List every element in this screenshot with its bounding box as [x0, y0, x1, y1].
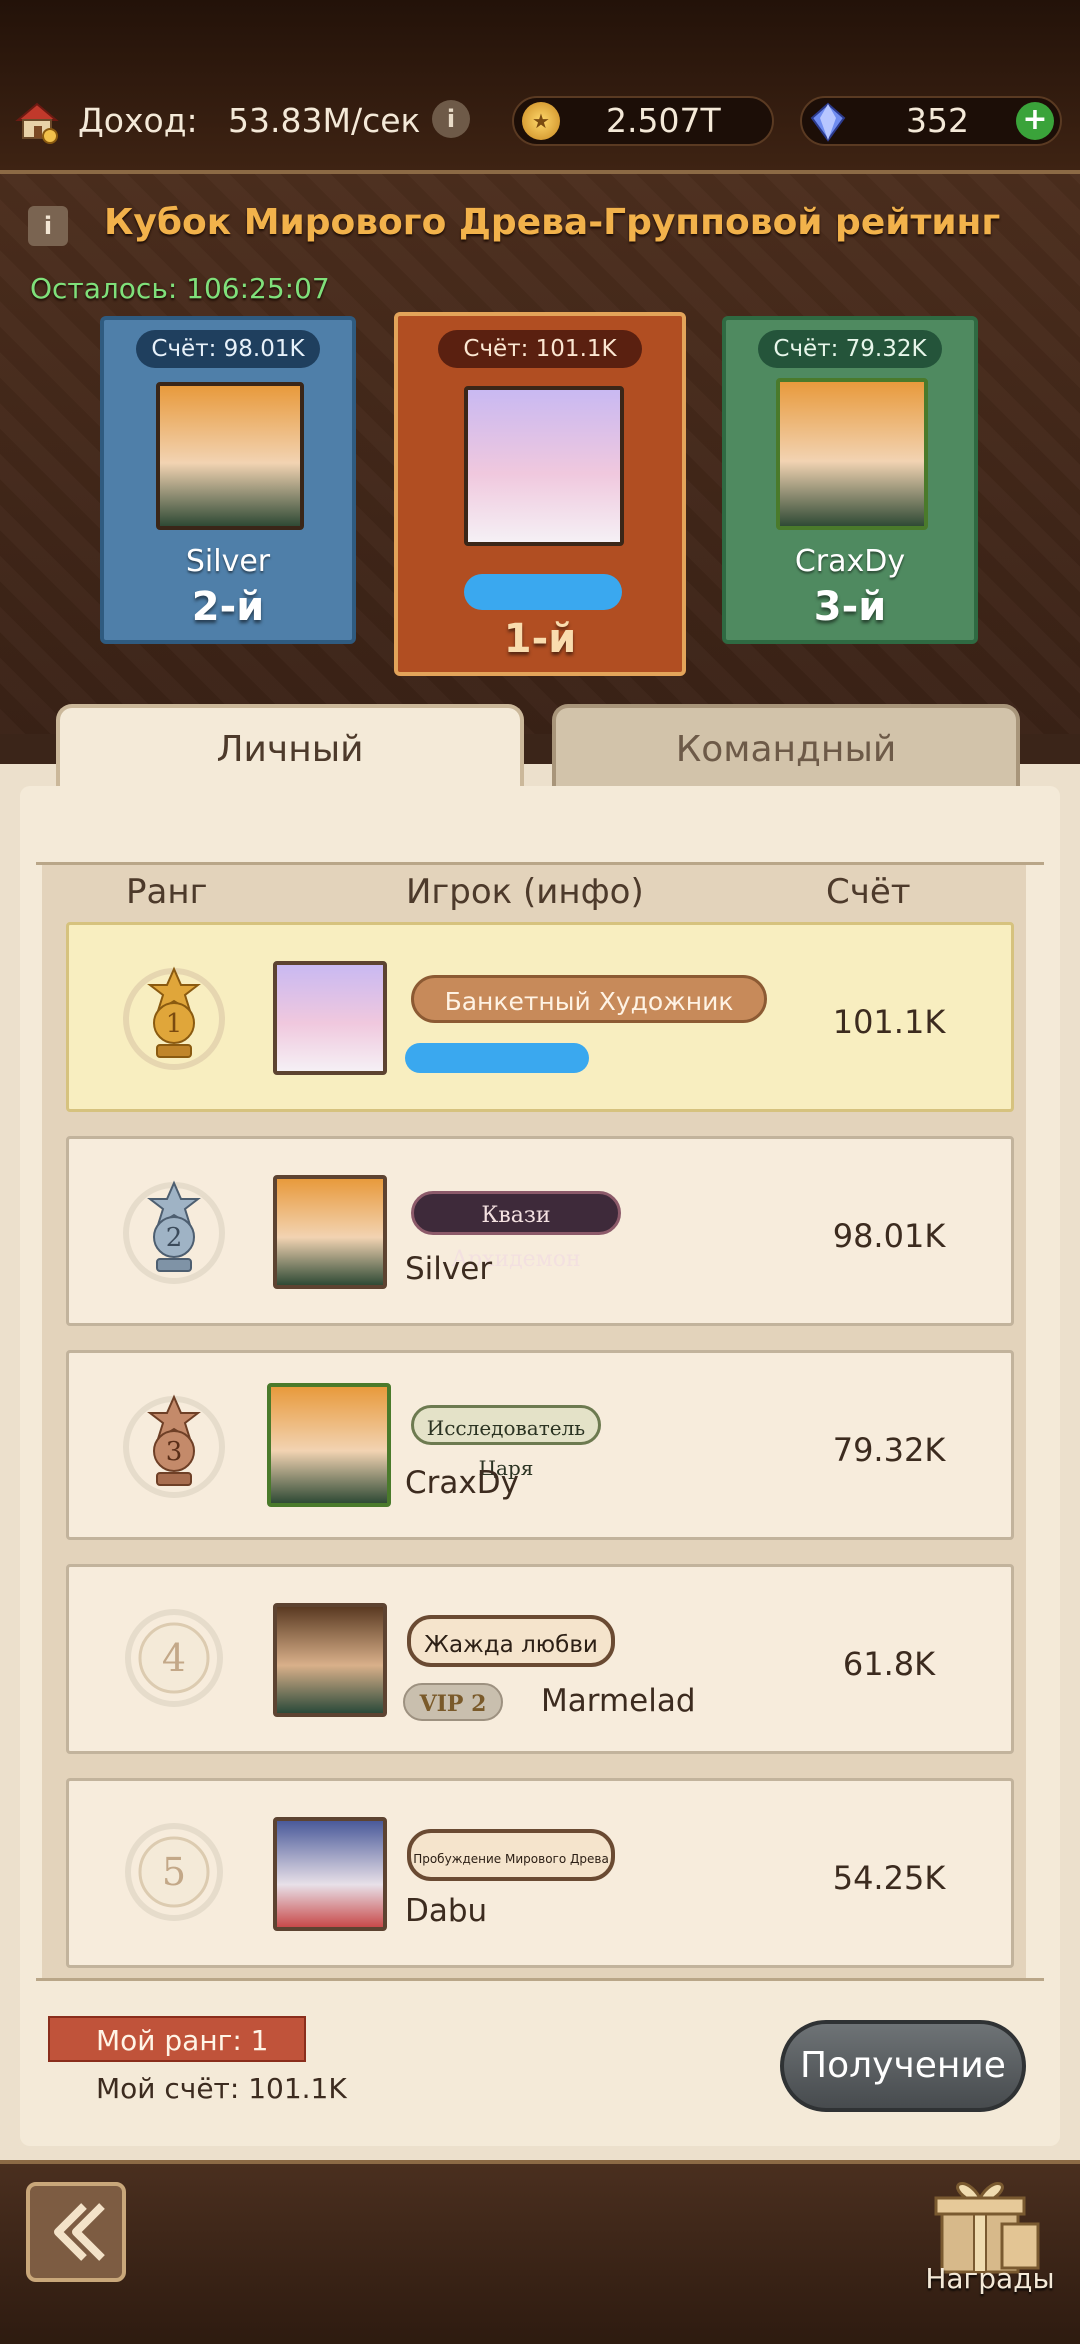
svg-text:5: 5	[162, 1850, 186, 1894]
player-name: Marmelad	[541, 1683, 696, 1719]
my-score-label: Мой счёт: 101.1K	[96, 2072, 347, 2105]
redacted-name	[464, 574, 622, 610]
info-icon[interactable]: i	[28, 206, 68, 246]
silver-trophy-icon: 2	[119, 1175, 229, 1285]
table-row[interactable]: 3 Исследователь Царя CraxDy 79.32K	[66, 1350, 1014, 1540]
title-badge: Банкетный Художник	[411, 975, 767, 1023]
svg-text:2: 2	[166, 1223, 183, 1253]
player-score: 61.8K	[842, 1645, 936, 1683]
table-row[interactable]: 2 Квази Архидемон Silver 98.01K	[66, 1136, 1014, 1326]
page-title: Кубок Мирового Древа-Групповой рейтинг	[104, 202, 1001, 243]
rank-emblem-icon: 5	[119, 1817, 229, 1927]
column-header-score: Счёт	[826, 872, 911, 912]
crystal-icon	[808, 102, 848, 142]
avatar[interactable]	[267, 1383, 391, 1507]
house-icon	[14, 98, 60, 144]
gems-value: 352	[906, 101, 969, 140]
avatar	[156, 382, 304, 530]
gold-trophy-icon: 1	[119, 961, 229, 1071]
avatar[interactable]	[273, 961, 387, 1075]
player-score: 54.25K	[832, 1859, 946, 1897]
column-header-player: Игрок (инфо)	[406, 872, 644, 912]
avatar[interactable]	[273, 1175, 387, 1289]
title-badge: Исследователь Царя	[411, 1405, 601, 1480]
podium-player-name: CraxDy	[794, 544, 906, 579]
top-resource-bar: Доход: 53.83M/сек i ★ 2.507T 352 +	[0, 0, 1080, 174]
player-score: 98.01K	[832, 1217, 946, 1255]
avatar[interactable]	[273, 1817, 387, 1931]
claim-button[interactable]: Получение	[780, 2020, 1026, 2112]
my-rank-label: Мой ранг: 1	[48, 2016, 306, 2062]
table-row[interactable]: 4 Жажда любви VIP 2 Marmelad 61.8K	[66, 1564, 1014, 1754]
player-name: CraxDy	[405, 1465, 519, 1501]
svg-text:4: 4	[162, 1636, 186, 1680]
divider	[36, 1978, 1044, 1981]
countdown-timer: Осталось: 106:25:07	[30, 272, 330, 305]
podium-rank: 3-й	[813, 584, 887, 630]
podium-rank: 1-й	[503, 616, 577, 662]
table-row[interactable]: 1 Банкетный Художник 101.1K	[66, 922, 1014, 1112]
podium-card-first[interactable]: Счёт: 101.1K 1-й	[394, 312, 686, 676]
player-score: 79.32K	[832, 1431, 946, 1469]
podium-score: Счёт: 101.1K	[438, 330, 642, 368]
rank-emblem-icon: 4	[119, 1603, 229, 1713]
player-score: 101.1K	[832, 1003, 946, 1041]
avatar	[776, 378, 928, 530]
info-icon[interactable]: i	[432, 100, 470, 138]
tab-personal[interactable]: Личный	[56, 704, 524, 786]
gold-coin-icon: ★	[522, 102, 560, 140]
svg-text:3: 3	[166, 1437, 183, 1467]
title-badge: Квази Архидемон	[411, 1191, 621, 1272]
title-badge: Пробуждение Мирового Древа	[407, 1829, 615, 1881]
back-button[interactable]	[26, 2182, 126, 2282]
player-name: Dabu	[405, 1893, 488, 1929]
svg-text:1: 1	[166, 1009, 183, 1039]
gems-counter[interactable]: 352 +	[800, 96, 1062, 146]
column-header-rank: Ранг	[126, 872, 208, 912]
bottom-bar	[0, 2160, 1080, 2344]
rewards-label: Награды	[925, 2262, 1055, 2295]
podium-player-name: Silver	[185, 544, 271, 579]
avatar	[464, 386, 624, 546]
table-row[interactable]: 5 Пробуждение Мирового Древа Dabu 54.25K	[66, 1778, 1014, 1968]
podium-card-second[interactable]: Счёт: 98.01K Silver 2-й	[100, 316, 356, 644]
gold-counter[interactable]: ★ 2.507T	[512, 96, 774, 146]
podium-score: Счёт: 98.01K	[136, 330, 320, 368]
tab-team[interactable]: Командный	[552, 704, 1020, 786]
redacted-name	[405, 1043, 589, 1073]
income-label: Доход:	[78, 101, 198, 140]
back-arrow-icon	[54, 2203, 105, 2261]
bronze-trophy-icon: 3	[119, 1389, 229, 1499]
podium-score: Счёт: 79.32K	[758, 330, 942, 368]
podium-rank: 2-й	[191, 584, 265, 630]
player-name: Silver	[405, 1251, 493, 1287]
title-badge: Жажда любви	[407, 1615, 615, 1667]
vip-badge: VIP 2	[403, 1683, 503, 1721]
divider	[36, 862, 1044, 865]
gold-value: 2.507T	[606, 101, 721, 140]
income-value: 53.83M/сек	[228, 101, 421, 140]
plus-icon[interactable]: +	[1016, 102, 1054, 140]
avatar[interactable]	[273, 1603, 387, 1717]
podium-card-third[interactable]: Счёт: 79.32K CraxDy 3-й	[722, 316, 978, 644]
